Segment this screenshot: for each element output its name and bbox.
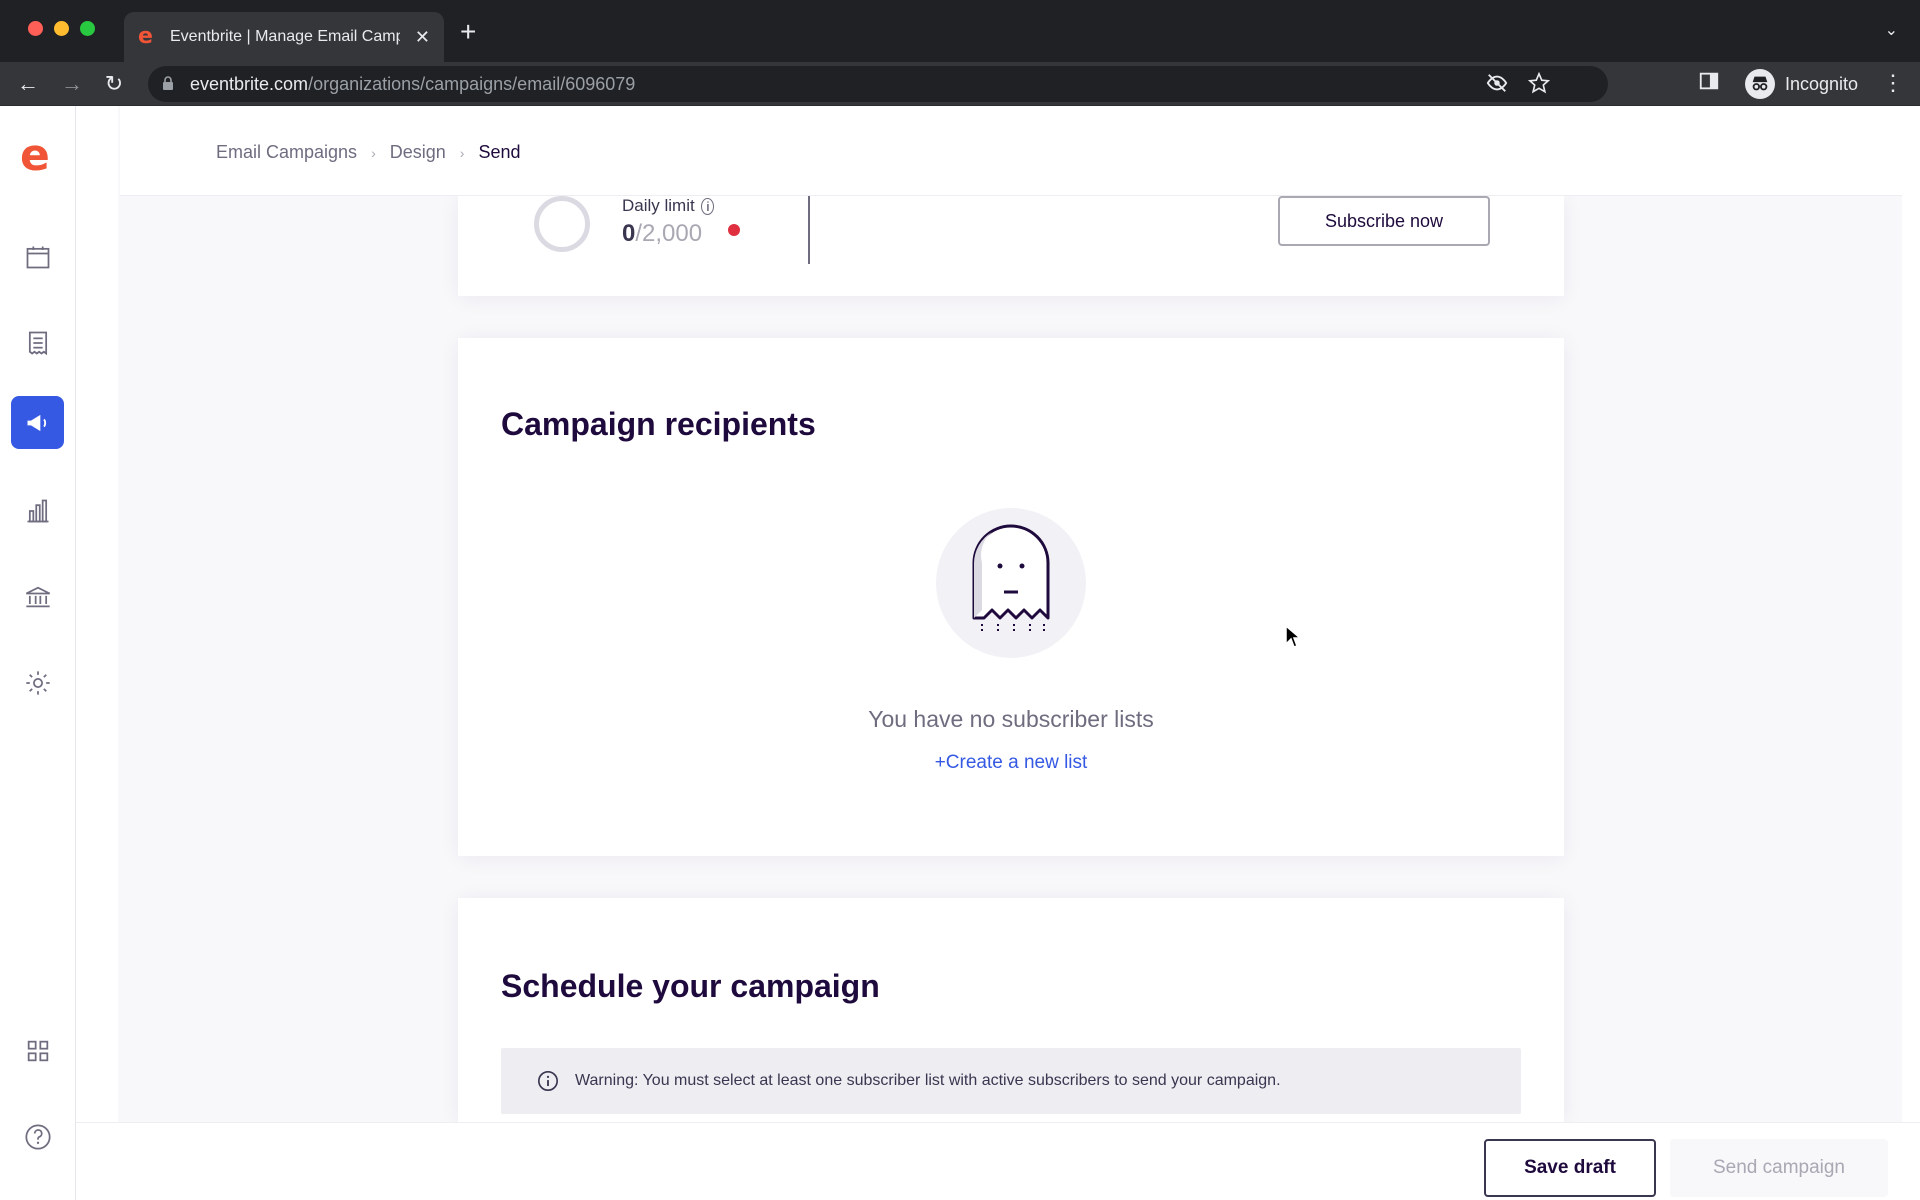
finance-bank-icon[interactable] [11,570,64,623]
mouse-cursor-icon [1285,624,1302,648]
breadcrumb-send: Send [478,142,521,162]
breadcrumb-header: Email Campaigns › Design › Send [120,106,1902,196]
plus-icon: + [934,752,946,773]
action-footer: Save draft Send campaign [76,1122,1920,1200]
forward-button[interactable]: → [58,70,86,98]
alert-dot-icon [728,224,740,236]
info-circle-icon [538,1071,558,1091]
divider [808,196,810,264]
orders-receipt-icon[interactable] [11,316,64,369]
help-question-icon[interactable] [11,1110,64,1163]
reload-button[interactable]: ↻ [100,70,128,98]
tab-close-icon[interactable]: ✕ [415,27,430,48]
new-tab-button[interactable]: + [460,16,476,48]
daily-limit-progress-ring [534,196,590,252]
bookmark-star-icon[interactable] [1527,71,1551,100]
schedule-campaign-title: Schedule your campaign [501,968,880,1004]
warning-text: Warning: You must select at least one su… [575,1072,1281,1089]
app-grid-icon[interactable] [11,1024,64,1077]
profile-label: Incognito [1784,73,1858,94]
browser-toolbar: ← → ↻ eventbrite.com/organizations/campa… [0,62,1920,106]
chevron-right-icon: › [459,144,465,161]
url-text: eventbrite.com/organizations/campaigns/e… [190,73,636,94]
lock-icon [162,75,182,93]
send-campaign-button[interactable]: Send campaign [1670,1139,1888,1197]
incognito-profile[interactable]: Incognito [1744,69,1858,99]
daily-limit-card: Daily limit i 0/2,000 Subscribe now [458,196,1564,296]
empty-state-message: You have no subscriber lists [868,706,1154,732]
eventbrite-logo-icon[interactable]: e [20,134,56,178]
save-draft-button[interactable]: Save draft [1484,1139,1656,1197]
window-minimize-button[interactable] [54,21,69,36]
reports-chart-icon[interactable] [11,484,64,537]
tab-title: Eventbrite | Manage Email Campaigns [170,28,400,45]
address-bar[interactable]: eventbrite.com/organizations/campaigns/e… [148,66,1608,102]
settings-gear-icon[interactable] [11,656,64,709]
breadcrumb-design[interactable]: Design [390,142,446,163]
calendar-icon[interactable] [11,230,64,283]
daily-limit-value: 0/2,000 [622,220,703,247]
daily-limit-label: Daily limit i [622,196,715,216]
back-button[interactable]: ← [14,70,42,98]
tab-search-chevron-icon[interactable]: ⌄ [1885,20,1898,40]
info-icon[interactable]: i [701,198,715,215]
browser-menu-icon[interactable]: ⋮ [1882,70,1904,96]
browser-tab[interactable]: e Eventbrite | Manage Email Campaigns ✕ [124,12,444,62]
chevron-right-icon: › [371,144,376,161]
marketing-megaphone-icon[interactable] [11,396,64,449]
window-zoom-button[interactable] [80,21,95,36]
incognito-icon [1744,69,1775,99]
breadcrumb-email-campaigns[interactable]: Email Campaigns [216,142,357,163]
schedule-campaign-card: Schedule your campaign Warning: You must… [458,898,1564,1122]
create-new-list-link[interactable]: +Create a new list [458,752,1564,774]
app-sidebar: e [0,106,76,1200]
side-panel-icon[interactable] [1698,70,1720,98]
eye-off-icon[interactable] [1486,72,1508,100]
breadcrumb: Email Campaigns › Design › Send [216,142,520,163]
subscriber-warning-banner: Warning: You must select at least one su… [501,1048,1521,1114]
subscribe-now-button[interactable]: Subscribe now [1278,196,1490,246]
campaign-recipients-title: Campaign recipients [501,406,816,442]
window-close-button[interactable] [28,21,43,36]
ghost-empty-state-icon [936,508,1086,658]
browser-tab-bar: e Eventbrite | Manage Email Campaigns ✕ … [0,0,1920,62]
eventbrite-favicon-icon: e [138,24,153,49]
campaign-recipients-card: Campaign recipients You have no subscrib… [458,338,1564,856]
